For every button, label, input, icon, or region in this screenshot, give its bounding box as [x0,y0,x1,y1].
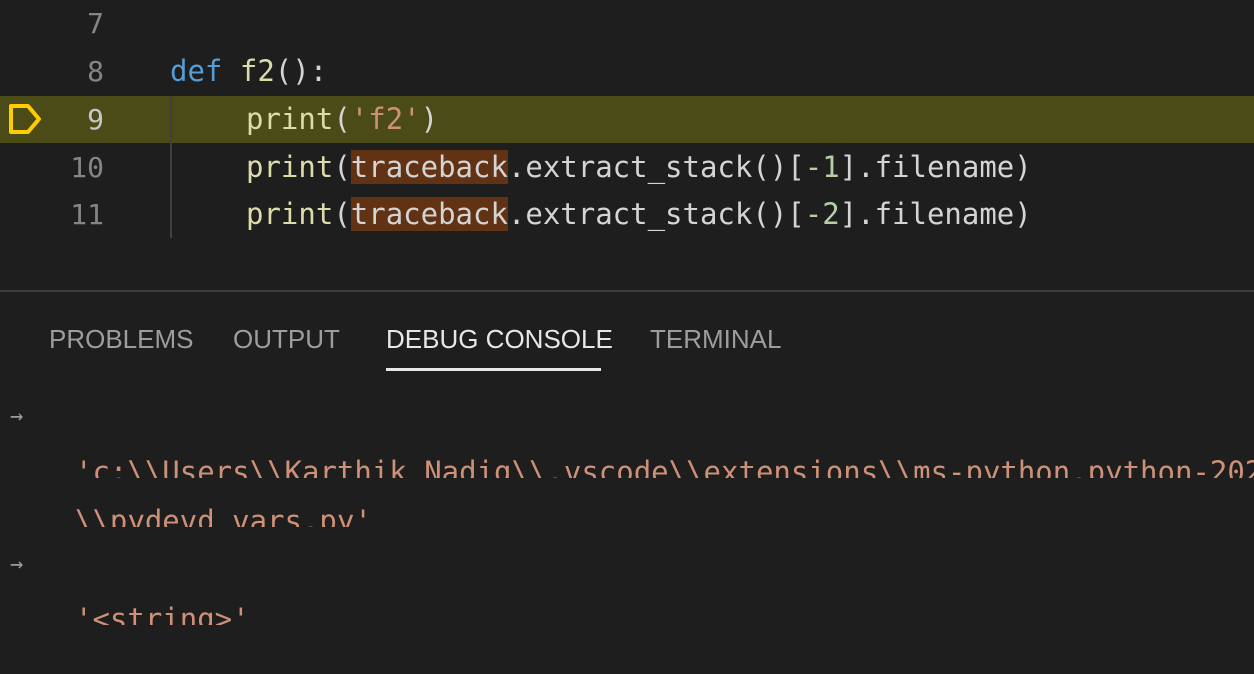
active-tab-indicator [386,368,601,371]
tab-problems[interactable]: PROBLEMS [49,322,194,356]
code-punct: ( [333,197,351,231]
code-line-11[interactable]: 11 print(traceback.extract_stack()[-2].f… [0,191,1254,238]
line-number: 11 [70,198,104,231]
code-text: def f2(): [170,48,327,95]
console-output-text: 'c:\\Users\\Karthik Nadig\\.vscode\\exte… [75,448,1254,478]
code-segment: ].filename) [839,197,1032,231]
code-punct: ( [333,102,351,136]
code-punct: ( [333,150,351,184]
tab-debug-console[interactable]: DEBUG CONSOLE [386,322,613,356]
code-segment: ].filename) [839,150,1032,184]
line-number: 10 [70,151,104,184]
line-number: 9 [87,103,104,136]
code-text: print(traceback.extract_stack()[-2].file… [246,191,1032,238]
panel-tabs: PROBLEMS OUTPUT DEBUG CONSOLE TERMINAL [0,292,1254,378]
line-number: 7 [87,7,104,40]
console-input-text: traceback.extract_stack()[-1].filename [75,564,738,575]
word-highlight: traceback [350,197,508,231]
call-print: print [246,150,334,184]
code-editor[interactable]: 7 8 def f2(): 9 print('f2') 10 print(tra… [0,0,1254,290]
arrow-right-icon: → [10,552,24,575]
tab-terminal[interactable]: TERMINAL [650,322,781,356]
console-output-line: \\pydevd_vars.py' [0,478,1254,527]
code-segment: .extract_stack()[ [507,197,805,231]
debug-console-output[interactable]: → traceback.extract_stack()[-2].filename… [0,378,1254,674]
code-line-10[interactable]: 10 print(traceback.extract_stack()[-1].f… [0,144,1254,191]
code-line-9-current[interactable]: 9 print('f2') [0,96,1254,143]
console-output-line: 'c:\\Users\\Karthik Nadig\\.vscode\\exte… [0,429,1254,478]
number-literal: -1 [804,150,840,184]
code-line-8[interactable]: 8 def f2(): [0,48,1254,95]
keyword-def: def [170,54,223,88]
code-text: print(traceback.extract_stack()[-1].file… [246,144,1032,191]
code-segment: .extract_stack()[ [507,150,805,184]
quote-mark: ' [75,455,93,478]
console-input-line: → traceback.extract_stack()[-2].filename [0,378,1254,427]
console-input-line: → traceback.extract_stack()[-1].filename [0,526,1254,575]
line-number: 8 [87,55,104,88]
string-literal: 'f2' [350,102,421,136]
console-output-rest: Nadig\\.vscode\\extensions\\ms-python.py… [424,455,1254,478]
word-highlight: traceback [350,150,508,184]
number-literal: -2 [804,197,840,231]
arrow-right-icon: → [10,404,24,427]
indent-guide [170,96,172,238]
call-print: print [246,102,334,136]
function-name: f2 [239,54,275,88]
code-punct: (): [274,54,328,88]
console-output-line: '<string>' [0,576,1254,625]
debug-stackframe-arrow-icon[interactable] [8,103,42,135]
file-path-link[interactable]: c:\\Users\\Karthik [92,455,406,478]
console-input-text: traceback.extract_stack()[-2].filename [75,416,738,427]
call-print: print [246,197,334,231]
code-punct: ) [420,102,439,136]
tab-output[interactable]: OUTPUT [233,322,340,356]
code-line-7[interactable]: 7 [0,0,1254,47]
console-output-text: '<string>' [75,602,250,625]
console-output-text: \\pydevd_vars.py' [75,504,372,527]
code-text: print('f2') [246,96,438,143]
